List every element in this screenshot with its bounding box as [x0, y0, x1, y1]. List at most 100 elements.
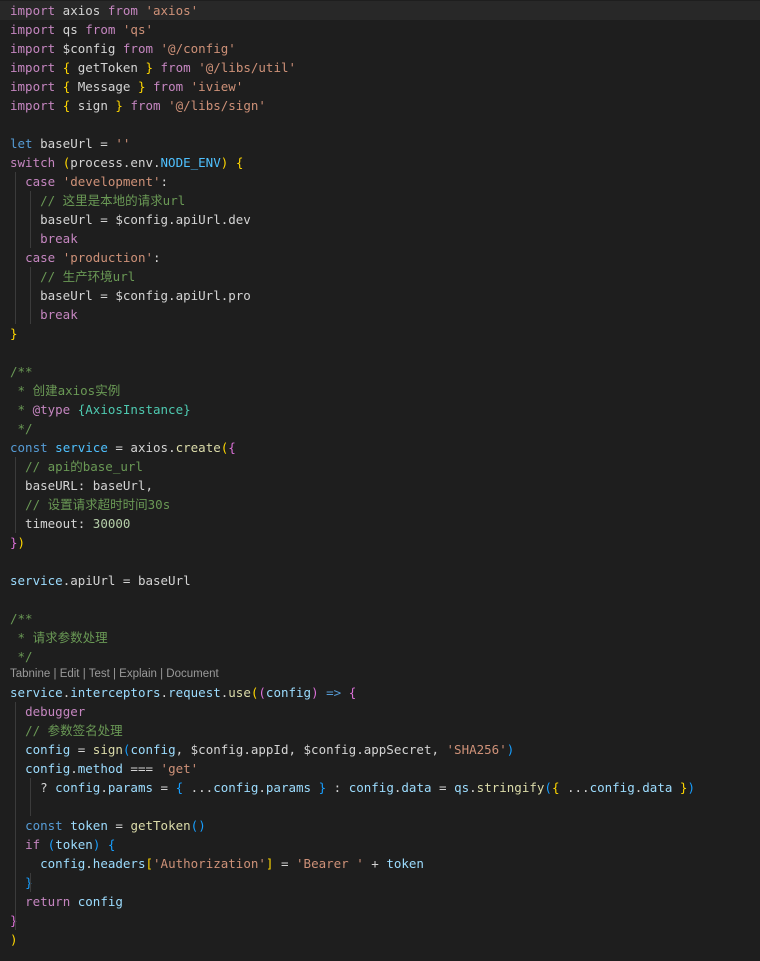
code-line[interactable]: import axios from 'axios'	[0, 1, 760, 20]
code-line[interactable]: baseURL: baseUrl,	[0, 476, 760, 495]
code-token: .	[70, 761, 78, 776]
code-token: config	[130, 742, 176, 757]
code-line[interactable]: return config	[0, 892, 760, 911]
code-line[interactable]: * 请求参数处理	[0, 628, 760, 647]
code-line[interactable]: if (token) {	[0, 835, 760, 854]
code-token: from	[85, 22, 116, 37]
code-line[interactable]: case 'development':	[0, 172, 760, 191]
code-line[interactable]: // 这里是本地的请求url	[0, 191, 760, 210]
code-line[interactable]: switch (process.env.NODE_ENV) {	[0, 153, 760, 172]
code-line[interactable]: */	[0, 647, 760, 666]
code-line[interactable]: break	[0, 229, 760, 248]
code-line[interactable]	[0, 797, 760, 816]
code-editor[interactable]: import axios from 'axios' import qs from …	[0, 0, 760, 961]
code-line[interactable]: config = sign(config, $config.appId, $co…	[0, 740, 760, 759]
code-token: axios	[55, 3, 108, 18]
code-line[interactable]: service.interceptors.request.use((config…	[0, 683, 760, 702]
indent-guide	[30, 210, 32, 229]
codelens-tabnine[interactable]: Tabnine	[10, 668, 50, 680]
code-line[interactable]: break	[0, 305, 760, 324]
code-token: service	[55, 440, 108, 455]
codelens-edit[interactable]: Edit	[60, 668, 80, 680]
indent-guide	[15, 191, 16, 210]
code-line[interactable]	[0, 343, 760, 362]
code-line[interactable]: case 'production':	[0, 248, 760, 267]
code-line[interactable]: let baseUrl = ''	[0, 134, 760, 153]
code-token: break	[40, 307, 78, 322]
codelens-test[interactable]: Test	[89, 668, 110, 680]
code-token: from	[130, 98, 161, 113]
code-line[interactable]: })	[0, 533, 760, 552]
code-line[interactable]: baseUrl = $config.apiUrl.dev	[0, 210, 760, 229]
code-line[interactable]: const token = getToken()	[0, 816, 760, 835]
code-line[interactable]: // 设置请求超时时间30s	[0, 495, 760, 514]
code-token: import	[10, 41, 56, 56]
code-line[interactable]: import { getToken } from '@/libs/util'	[0, 58, 760, 77]
code-token: =	[153, 780, 176, 795]
code-token: headers	[92, 856, 146, 871]
code-token: case	[25, 250, 56, 265]
code-line[interactable]: service.apiUrl = baseUrl	[0, 571, 760, 590]
code-token: {	[348, 685, 357, 700]
code-line[interactable]: config.method === 'get'	[0, 759, 760, 778]
code-token: 'development'	[62, 174, 161, 189]
indent-guide	[15, 476, 16, 495]
code-line[interactable]	[0, 552, 760, 571]
codelens-document[interactable]: Document	[166, 668, 218, 680]
indent-guide	[30, 305, 32, 324]
code-token: process.env.	[70, 155, 161, 170]
code-line[interactable]: timeout: 30000	[0, 514, 760, 533]
code-line[interactable]: * 创建axios实例	[0, 381, 760, 400]
code-line[interactable]: * @type {AxiosInstance}	[0, 400, 760, 419]
code-line[interactable]: import { sign } from '@/libs/sign'	[0, 96, 760, 115]
code-token: , $config.appId, $config.appSecret,	[175, 742, 447, 757]
code-token: return	[25, 894, 71, 909]
code-token: token	[70, 818, 108, 833]
code-line[interactable]	[0, 115, 760, 134]
indent-guide	[30, 873, 32, 892]
code-token: .apiUrl = baseUrl	[62, 573, 191, 588]
code-token: getToken	[130, 818, 191, 833]
code-line[interactable]: import qs from 'qs'	[0, 20, 760, 39]
code-line[interactable]	[0, 590, 760, 609]
codelens-explain[interactable]: Explain	[119, 668, 157, 680]
indent-guide	[15, 721, 16, 740]
code-token: const	[25, 818, 63, 833]
code-token: config	[25, 742, 71, 757]
code-line[interactable]: // api的base_url	[0, 457, 760, 476]
code-line[interactable]: /**	[0, 609, 760, 628]
code-line[interactable]: */	[0, 419, 760, 438]
code-line[interactable]: }	[0, 873, 760, 892]
code-line[interactable]: import { Message } from 'iview'	[0, 77, 760, 96]
code-token: sign	[70, 98, 116, 113]
code-line[interactable]: baseUrl = $config.apiUrl.pro	[0, 286, 760, 305]
code-line[interactable]: // 生产环境url	[0, 267, 760, 286]
code-line[interactable]: }	[0, 911, 760, 930]
code-token: import	[10, 3, 56, 18]
code-line[interactable]: )	[0, 930, 760, 949]
code-line[interactable]: /**	[0, 362, 760, 381]
code-token: config	[348, 780, 394, 795]
code-token: use	[228, 685, 251, 700]
code-line[interactable]: const service = axios.create({	[0, 438, 760, 457]
code-token: 'Bearer '	[296, 856, 364, 871]
code-line[interactable]: }	[0, 324, 760, 343]
code-token: case	[25, 174, 56, 189]
code-token: NODE_ENV	[160, 155, 221, 170]
code-line[interactable]: config.headers['Authorization'] = 'Beare…	[0, 854, 760, 873]
code-line[interactable]: debugger	[0, 702, 760, 721]
code-token: // 这里是本地的请求url	[40, 193, 186, 208]
code-token: }	[10, 326, 18, 341]
code-token: 'SHA256'	[446, 742, 507, 757]
code-line[interactable]: ? config.params = { ...config.params } :…	[0, 778, 760, 797]
code-line[interactable]: // 参数签名处理	[0, 721, 760, 740]
code-line[interactable]: import $config from '@/config'	[0, 39, 760, 58]
